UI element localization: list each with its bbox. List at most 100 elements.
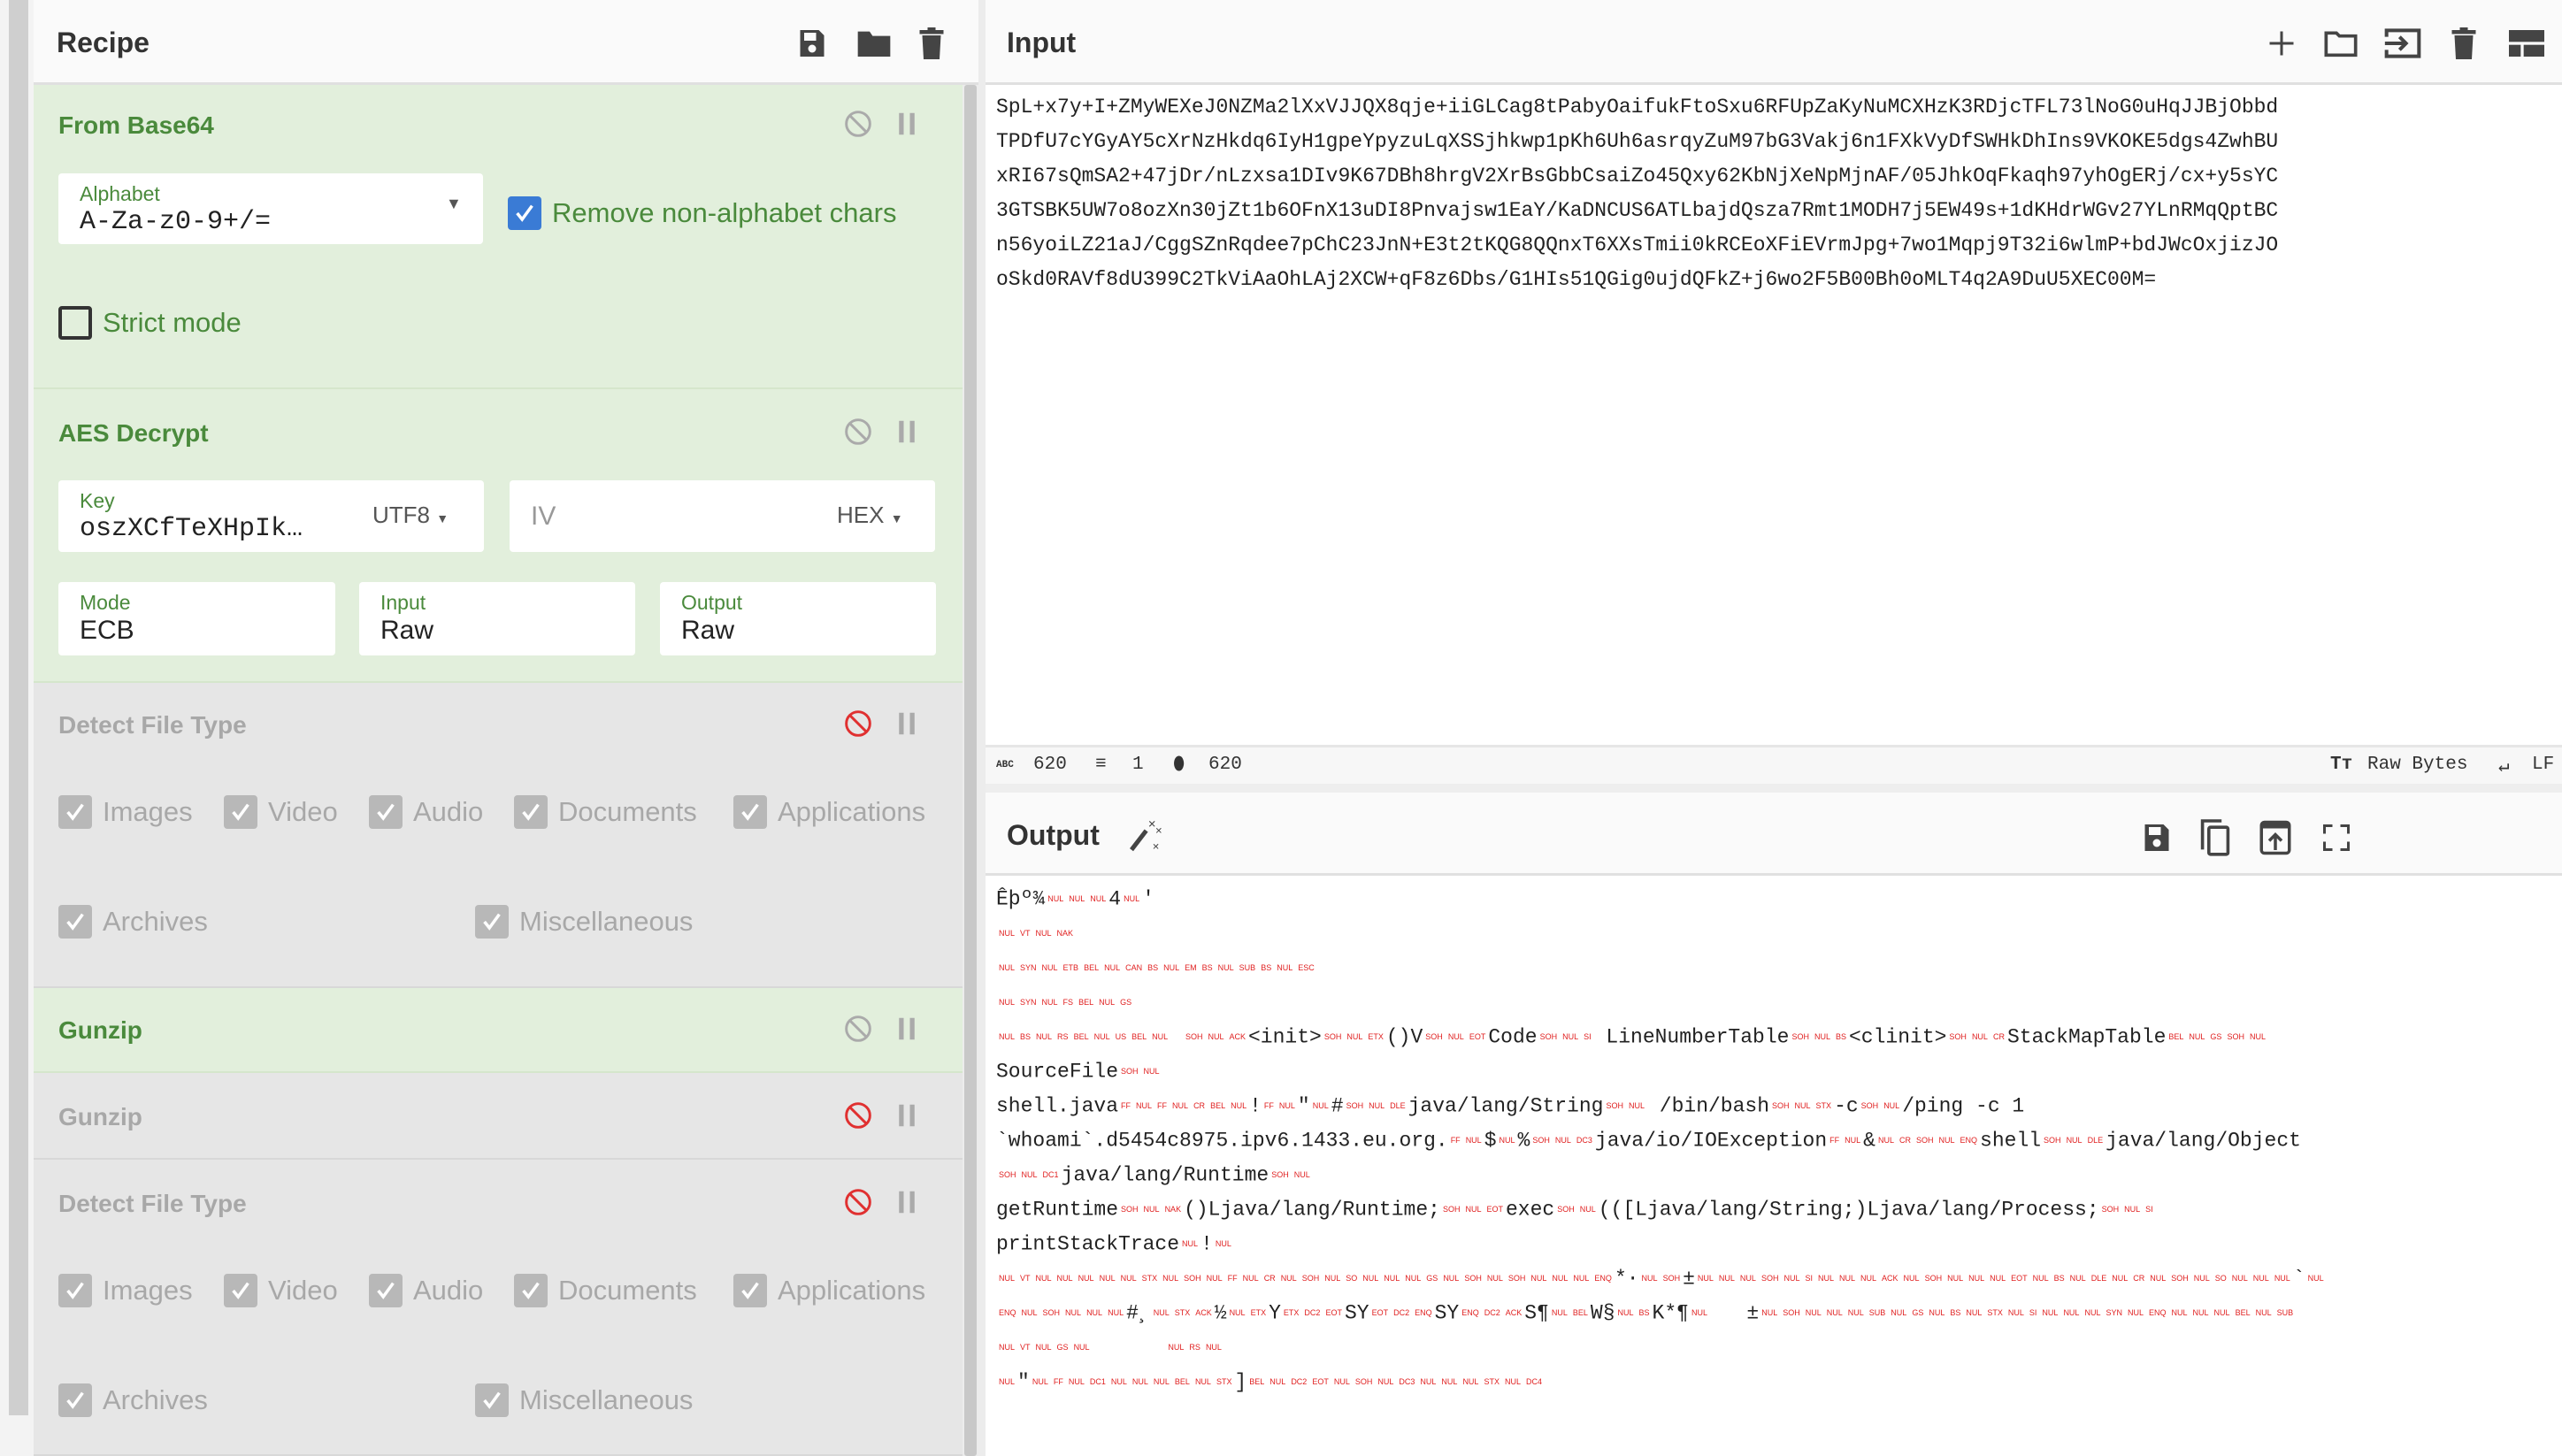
output-text-segment: (([Ljava/lang/String;)Ljava/lang/Process… (1598, 1198, 2099, 1222)
control-char: BS (1261, 963, 1272, 972)
key-format-dropdown[interactable]: UTF8 ▼ (372, 502, 449, 529)
disable-icon[interactable] (844, 418, 872, 446)
pause-icon[interactable] (897, 111, 917, 136)
operation-gunzip[interactable]: Gunzip (34, 988, 963, 1073)
input-textarea[interactable]: SpL+x7y+I+ZMyWEXeJ0NZMa2lXxVJJQX8qje+iiG… (996, 90, 2278, 297)
control-char: STX (1141, 1274, 1158, 1283)
control-char: DLE (2090, 1274, 2107, 1283)
pause-icon[interactable] (897, 711, 917, 736)
alphabet-select[interactable]: Alphabet A-Za-z0-9+/= ▼ (58, 173, 483, 244)
checkbox-audio[interactable]: Audio (369, 795, 483, 829)
output-line: shell.java FF NUL FF NUL CR BEL NUL! FF NUL " NUL # S… (996, 1089, 2327, 1123)
control-char: NUL (1099, 1274, 1116, 1283)
trash-icon[interactable] (2451, 27, 2477, 60)
checkbox-archives[interactable]: Archives (58, 1383, 208, 1417)
save-icon[interactable] (2141, 821, 2173, 854)
control-char: NUL (1078, 1274, 1094, 1283)
checkbox-audio[interactable]: Audio (369, 1274, 483, 1307)
control-char: FF (1053, 1377, 1063, 1386)
output-format-select[interactable]: Output Raw (660, 582, 936, 655)
iv-format-dropdown[interactable]: HEX ▼ (837, 502, 903, 529)
maximize-icon[interactable] (2323, 824, 2350, 851)
input-format-value: Raw (380, 616, 434, 645)
panel-resize-handle[interactable] (978, 0, 986, 1456)
folder-icon[interactable] (856, 28, 892, 58)
key-label: Key (80, 489, 115, 512)
io-resize-handle[interactable] (986, 784, 2562, 793)
control-char: NUL (1462, 1377, 1479, 1386)
mode-select[interactable]: Mode ECB (58, 582, 335, 655)
checkbox-miscellaneous[interactable]: Miscellaneous (475, 905, 693, 939)
checkbox-checked-icon (733, 1274, 767, 1307)
copy-icon[interactable] (2199, 817, 2231, 856)
pause-icon[interactable] (897, 419, 917, 444)
input-line: n56yoiLZ21aJ/CggSZnRqdee7pChC23JnN+E3t2t… (996, 234, 2279, 257)
checkbox-miscellaneous[interactable]: Miscellaneous (475, 1383, 693, 1417)
output-text-segment: S¶ (1524, 1301, 1549, 1325)
pause-icon[interactable] (897, 1103, 917, 1128)
disable-icon[interactable] (844, 709, 872, 738)
checkbox-documents[interactable]: Documents (514, 795, 697, 829)
control-char: CR (1898, 1136, 1911, 1145)
input-format-label: Input (380, 591, 426, 614)
strict-mode-checkbox[interactable]: Strict mode (58, 306, 242, 340)
operation-gunzip-disabled[interactable]: Gunzip (34, 1073, 963, 1160)
key-input[interactable]: Key oszXCfTeXHpIk… UTF8 ▼ (58, 480, 484, 552)
save-icon[interactable] (796, 27, 828, 60)
operation-aes-decrypt[interactable]: AES Decrypt Key oszXCfTeXHpIk… UTF8 ▼ IV… (34, 389, 963, 683)
disable-icon[interactable] (844, 1101, 872, 1130)
input-format-select[interactable]: Input Raw (359, 582, 635, 655)
checkbox-applications[interactable]: Applications (733, 795, 925, 829)
control-char: SYN (2106, 1308, 2122, 1317)
input-line: TPDfU7cYGyAY5cXrNzHkdq6IyH1gpeYpyzuLqXSS… (996, 130, 2279, 153)
operation-detect-file-type[interactable]: Detect File Type Images Video Audio Documen… (34, 1160, 963, 1456)
plus-icon[interactable] (2268, 30, 2295, 57)
magic-wand-icon[interactable]: ✕ ✕ ✕ (1127, 817, 1162, 853)
eol-sequence[interactable]: LF (2532, 755, 2554, 775)
output-format-value: Raw (681, 616, 735, 645)
disable-icon[interactable] (844, 1188, 872, 1216)
operation-detect-file-type[interactable]: Detect File Type Images Video Audio Documen… (34, 683, 963, 988)
open-input-icon[interactable] (2383, 27, 2422, 60)
scrollbar-thumb[interactable] (964, 85, 977, 1456)
control-char: STX (1174, 1308, 1191, 1317)
control-char: NUL (999, 1377, 1016, 1386)
control-char: NUL (1845, 1136, 1861, 1145)
control-char: EOT (1312, 1377, 1329, 1386)
recipe-scrollbar[interactable] (963, 85, 978, 1456)
control-char: EOT (2011, 1274, 2028, 1283)
control-char: NUL (1691, 1308, 1707, 1317)
checkbox-checked-icon (58, 1383, 92, 1417)
control-char: SOH (1949, 1032, 1967, 1041)
control-char: SUB (2276, 1308, 2294, 1317)
checkbox-images[interactable]: Images (58, 795, 193, 829)
replace-input-icon[interactable] (2259, 819, 2291, 856)
control-char: SOH (1464, 1274, 1482, 1283)
checkbox-images[interactable]: Images (58, 1274, 193, 1307)
eol-icon[interactable]: ↵ (2498, 755, 2510, 778)
disable-icon[interactable] (844, 1015, 872, 1043)
key-value: oszXCfTeXHpIk… (80, 514, 303, 544)
control-char: NUL (1153, 1377, 1170, 1386)
pause-icon[interactable] (897, 1016, 917, 1041)
control-char: ENQ (1461, 1308, 1479, 1317)
disable-icon[interactable] (844, 110, 872, 138)
remove-nonalphabet-checkbox[interactable]: Remove non-alphabet chars (508, 196, 896, 230)
operation-from-base64[interactable]: From Base64 Alphabet A-Za-z0-9+/= ▼ Remo… (34, 85, 963, 389)
output-textarea[interactable]: Êþº¾ NUL NUL NUL 4 NUL ' NUL VT NUL NAK NUL SYN NUL ET… (996, 882, 2327, 1399)
trash-icon[interactable] (918, 27, 945, 60)
text-encoding[interactable]: Raw Bytes (2367, 755, 2467, 775)
control-char: NUL (1163, 963, 1180, 972)
folder-icon[interactable] (2323, 28, 2359, 58)
checkbox-archives[interactable]: Archives (58, 905, 208, 939)
checkbox-documents[interactable]: Documents (514, 1274, 697, 1307)
left-scrollbar[interactable] (9, 0, 28, 1415)
iv-input[interactable]: IV HEX ▼ (510, 480, 935, 552)
text-encoding-icon[interactable]: Tт (2330, 755, 2352, 775)
checkbox-applications[interactable]: Applications (733, 1274, 925, 1307)
pause-icon[interactable] (897, 1190, 917, 1215)
checkbox-video[interactable]: Video (224, 1274, 338, 1307)
checkbox-video[interactable]: Video (224, 795, 338, 829)
control-char: NUL (1041, 963, 1058, 972)
layout-icon[interactable] (2509, 30, 2544, 57)
